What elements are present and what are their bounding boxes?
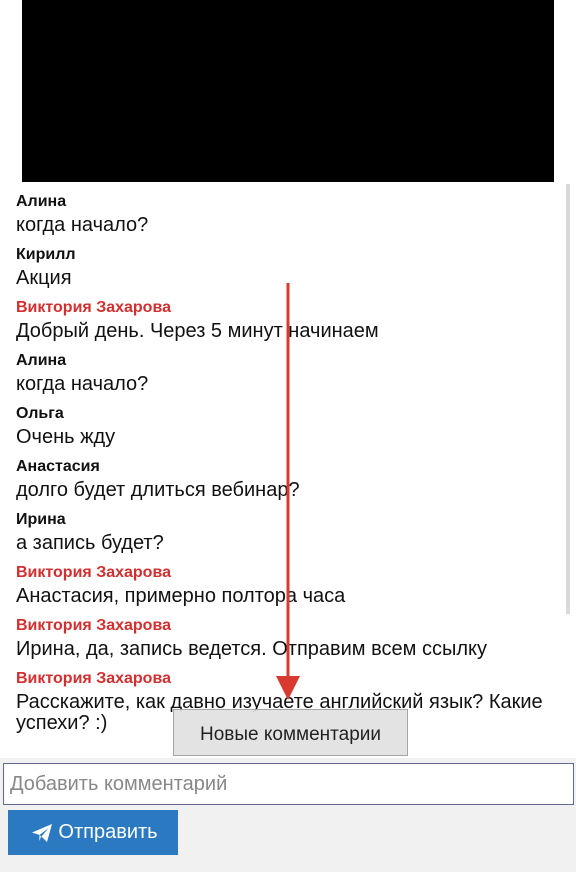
message-text: Ирина, да, запись ведется. Отправим всем… — [16, 638, 487, 660]
message-author: Алина — [16, 193, 67, 210]
message-author-staff: Виктория Захарова — [16, 299, 171, 316]
message-author: Ирина — [16, 511, 66, 528]
chat-message: Кирилл Акция — [16, 244, 564, 288]
chat-scrollbar[interactable] — [566, 184, 570, 614]
chat-message: Алина когда начало? — [16, 350, 564, 394]
message-text: когда начало? — [16, 214, 149, 236]
chat-message: Алина когда начало? — [16, 191, 564, 235]
send-button[interactable]: Отправить — [8, 810, 178, 855]
message-author-staff: Виктория Захарова — [16, 564, 171, 581]
comment-composer: Отправить — [0, 758, 576, 872]
message-text: Очень жду — [16, 426, 116, 448]
message-author: Анастасия — [16, 458, 100, 475]
message-text: Анастасия, примерно полтора часа — [16, 585, 346, 607]
message-text: Добрый день. Через 5 минут начинаем — [16, 320, 379, 342]
message-author: Кирилл — [16, 246, 76, 263]
chat-message: Виктория Захарова Добрый день. Через 5 м… — [16, 297, 564, 341]
message-text: а запись будет? — [16, 532, 164, 554]
webinar-page: Алина когда начало? Кирилл Акция Виктори… — [0, 0, 576, 872]
paper-plane-icon — [30, 821, 54, 845]
chat-panel: Алина когда начало? Кирилл Акция Виктори… — [0, 184, 566, 758]
chat-message: Виктория Захарова Анастасия, примерно по… — [16, 562, 564, 606]
send-button-label: Отправить — [58, 821, 158, 843]
chat-message: Ирина а запись будет? — [16, 509, 564, 553]
message-author: Алина — [16, 352, 67, 369]
message-author: Ольга — [16, 405, 64, 422]
message-text: когда начало? — [16, 373, 149, 395]
message-author-staff: Виктория Захарова — [16, 617, 171, 634]
chat-message: Ольга Очень жду — [16, 403, 564, 447]
chat-message: Анастасия долго будет длиться вебинар? — [16, 456, 564, 500]
video-player[interactable] — [22, 0, 554, 182]
chat-message: Виктория Захарова Ирина, да, запись веде… — [16, 615, 564, 659]
message-author-staff: Виктория Захарова — [16, 670, 171, 687]
message-text: долго будет длиться вебинар? — [16, 479, 300, 501]
comment-input[interactable] — [3, 763, 574, 805]
message-list: Алина когда начало? Кирилл Акция Виктори… — [16, 188, 564, 743]
new-comments-button[interactable]: Новые комментарии — [173, 709, 408, 756]
message-text: Акция — [16, 267, 72, 289]
